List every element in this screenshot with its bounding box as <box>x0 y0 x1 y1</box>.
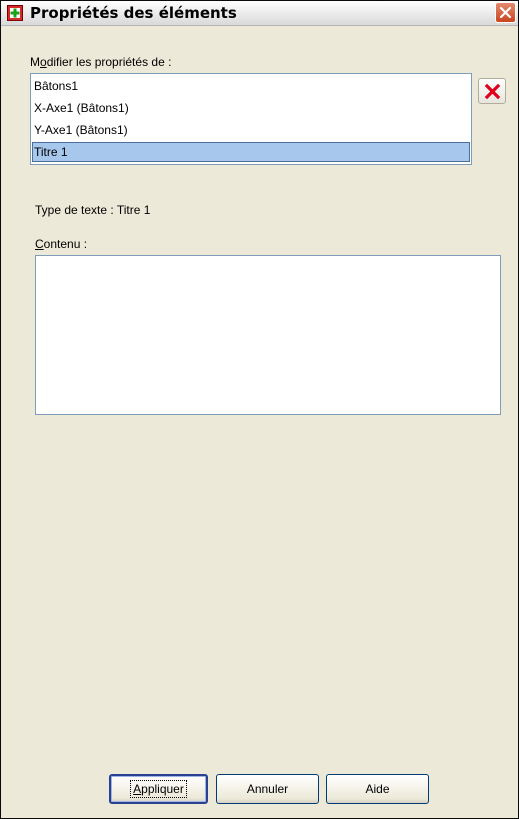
help-button[interactable]: Aide <box>326 774 429 804</box>
delete-element-button[interactable] <box>478 78 506 104</box>
list-item-x-axis[interactable]: X-Axe1 (Bâtons1) <box>32 98 470 118</box>
list-item-batons1[interactable]: Bâtons1 <box>32 76 470 96</box>
chart-properties-icon <box>7 5 23 21</box>
close-button[interactable] <box>495 2 516 23</box>
title-bar[interactable]: Propriétés des éléments <box>1 1 518 26</box>
properties-dialog: Propriétés des éléments Modifier les pro… <box>0 0 519 819</box>
close-icon <box>499 6 512 19</box>
cancel-button[interactable]: Annuler <box>216 774 319 804</box>
apply-button[interactable]: Appliquer <box>109 774 208 804</box>
list-item-y-axis[interactable]: Y-Axe1 (Bâtons1) <box>32 120 470 140</box>
list-item-title1[interactable]: Titre 1 <box>32 142 470 162</box>
window-title: Propriétés des éléments <box>30 4 237 22</box>
delete-x-icon <box>485 84 500 99</box>
content-textarea[interactable] <box>35 255 501 415</box>
text-type-label: Type de texte : Titre 1 <box>35 203 151 217</box>
edit-properties-label: Modifier les propriétés de : <box>30 55 172 69</box>
content-label: Contenu : <box>35 237 88 251</box>
element-list[interactable]: Bâtons1 X-Axe1 (Bâtons1) Y-Axe1 (Bâtons1… <box>30 73 472 165</box>
